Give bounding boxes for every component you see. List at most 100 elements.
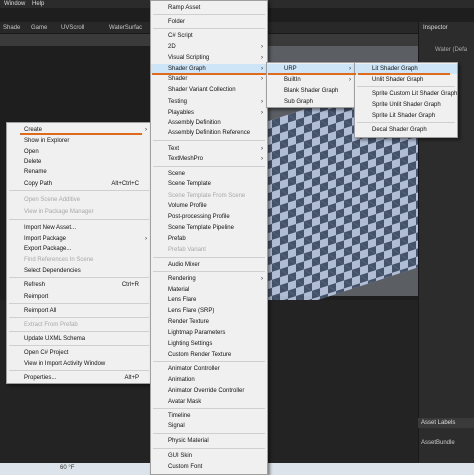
menu-item-c-script[interactable]: C# Script [151,31,267,41]
menu-item-gui-skin[interactable]: GUI Skin [151,451,267,461]
menu-item-unlit-shader-graph[interactable]: Unlit Shader Graph [355,75,457,85]
menu-item-render-texture[interactable]: Render Texture [151,317,267,327]
menu-item-audio-mixer[interactable]: Audio Mixer [151,260,267,270]
menu-item-ramp-asset[interactable]: Ramp Asset [151,3,267,13]
menu-item-scene-template-pipeline[interactable]: Scene Template Pipeline [151,223,267,233]
menu-item-text[interactable]: Text › [151,144,267,154]
menu-item-rename[interactable]: Rename [7,167,151,177]
menu-item-update-uxml-schema[interactable]: Update UXML Schema [7,334,151,344]
highlight-shader-graph [152,73,266,75]
menu-item-textmeshpro[interactable]: TextMeshPro › [151,154,267,164]
menu-item-post-processing-profile[interactable]: Post-processing Profile [151,212,267,222]
menu-item-label: Reimport [24,294,49,300]
menu-item-assembly-definition[interactable]: Assembly Definition [151,118,267,128]
menu-item-label: Shader [168,76,188,82]
menu-item-sub-graph[interactable]: Sub Graph [267,97,355,107]
menu-item-import-new-asset[interactable]: Import New Asset... [7,223,151,233]
menu-window[interactable]: Window [4,1,25,7]
menu-item-show-in-explorer[interactable]: Show in Explorer [7,136,151,146]
menu-separator [153,271,265,272]
menu-item-playables[interactable]: Playables › [151,108,267,118]
menu-item-label: Lens Flare (SRP) [168,308,215,314]
menu-item-custom-render-texture[interactable]: Custom Render Texture [151,350,267,360]
menu-separator [153,140,265,141]
menu-item-lens-flare[interactable]: Lens Flare [151,295,267,305]
tab-uvscroll[interactable]: UVScroll [58,24,87,34]
menu-separator [9,277,149,278]
menu-item-select-dependencies[interactable]: Select Dependencies [7,266,151,276]
menu-item-label: Volume Profile [168,203,207,209]
menu-item-avatar-mask[interactable]: Avatar Mask [151,397,267,407]
menu-item-visual-scripting[interactable]: Visual Scripting › [151,53,267,63]
menu-item-assembly-definition-reference[interactable]: Assembly Definition Reference [151,128,267,138]
menu-item-view-in-import-activity-window[interactable]: View in Import Activity Window [7,359,151,369]
menu-item-properties[interactable]: Properties... Alt+P [7,373,151,383]
menu-item-animation[interactable]: Animation [151,375,267,385]
menu-item-lightmap-parameters[interactable]: Lightmap Parameters [151,328,267,338]
menu-item-copy-path[interactable]: Copy Path Alt+Ctrl+C [7,179,151,189]
menu-item-folder[interactable]: Folder [151,17,267,27]
menu-item-label: Extract From Prefab [24,322,78,328]
menu-item-label: Material [168,287,190,293]
menu-item-open[interactable]: Open [7,147,151,157]
menu-item-signal[interactable]: Signal [151,421,267,431]
menu-item-material[interactable]: Material [151,285,267,295]
menu-item-shortcut: Alt+P [124,375,139,381]
menu-item-animator-override-controller[interactable]: Animator Override Controller [151,386,267,396]
menu-item-scene-template[interactable]: Scene Template [151,179,267,189]
menu-help[interactable]: Help [32,1,44,7]
menu-item-reimport-all[interactable]: Reimport All [7,306,151,316]
menu-item-shader[interactable]: Shader › [151,74,267,84]
menu-item-2d[interactable]: 2D › [151,42,267,52]
menu-item-import-package[interactable]: Import Package › [7,234,151,244]
menu-item-decal-shader-graph[interactable]: Decal Shader Graph [355,125,457,135]
menu-item-label: Find References In Scene [24,257,94,263]
menu-separator [153,14,265,15]
menu-item-reimport[interactable]: Reimport [7,292,151,302]
menu-item-sprite-custom-lit-shader-graph[interactable]: Sprite Custom Lit Shader Graph [355,89,457,99]
menu-item-label: Post-processing Profile [168,214,230,220]
menu-separator [9,331,149,332]
highlight-create [20,133,142,135]
menu-item-delete[interactable]: Delete [7,157,151,167]
chevron-right-icon: › [145,236,147,242]
menu-item-label: Avatar Mask [168,399,202,405]
menu-item-export-package[interactable]: Export Package... [7,244,151,254]
inspector-title[interactable]: Inspector [423,25,448,31]
menu-item-label: Text [168,146,180,152]
menu-item-refresh[interactable]: Refresh Ctrl+R [7,280,151,290]
menu-item-rendering[interactable]: Rendering › [151,274,267,284]
menu-item-label: Timeline [168,413,191,419]
menu-item-builtin[interactable]: BuiltIn › [267,75,355,85]
chevron-right-icon: › [261,76,263,82]
menu-item-sprite-lit-shader-graph[interactable]: Sprite Lit Shader Graph [355,111,457,121]
menu-item-sprite-unlit-shader-graph[interactable]: Sprite Unlit Shader Graph [355,100,457,110]
menu-item-blank-shader-graph[interactable]: Blank Shader Graph [267,86,355,96]
weather-widget[interactable]: 60 °F [60,465,74,471]
tab-game[interactable]: Game [28,24,50,34]
menu-item-custom-font[interactable]: Custom Font [151,462,267,472]
menu-item-physic-material[interactable]: Physic Material [151,436,267,446]
chevron-right-icon: › [261,156,263,162]
menu-item-open-c-project[interactable]: Open C# Project [7,348,151,358]
menu-item-shader-variant-collection[interactable]: Shader Variant Collection [151,85,267,95]
menu-item-label: Rename [24,169,47,175]
menu-item-label: Audio Mixer [168,262,200,268]
menu-item-volume-profile[interactable]: Volume Profile [151,201,267,211]
menu-item-lens-flare-srp[interactable]: Lens Flare (SRP) [151,306,267,316]
tab-shade[interactable]: Shade [0,24,23,34]
menu-item-testing[interactable]: Testing › [151,97,267,107]
menu-item-label: Import New Asset... [24,225,77,231]
menu-item-lighting-settings[interactable]: Lighting Settings [151,339,267,349]
menu-item-timeline[interactable]: Timeline [151,411,267,421]
menu-item-label: Scene Template From Scene [168,193,246,199]
menu-item-label: Scene Template [168,181,211,187]
menu-item-label: Sprite Lit Shader Graph [372,113,436,119]
menu-item-scene[interactable]: Scene [151,169,267,179]
menu-item-label: Shader Variant Collection [168,87,236,93]
menu-item-prefab[interactable]: Prefab [151,234,267,244]
menu-separator [9,303,149,304]
menu-item-animator-controller[interactable]: Animator Controller [151,364,267,374]
tab-watersurface[interactable]: WaterSurfac [106,24,145,34]
asset-labels-header[interactable]: Asset Labels [418,418,474,428]
